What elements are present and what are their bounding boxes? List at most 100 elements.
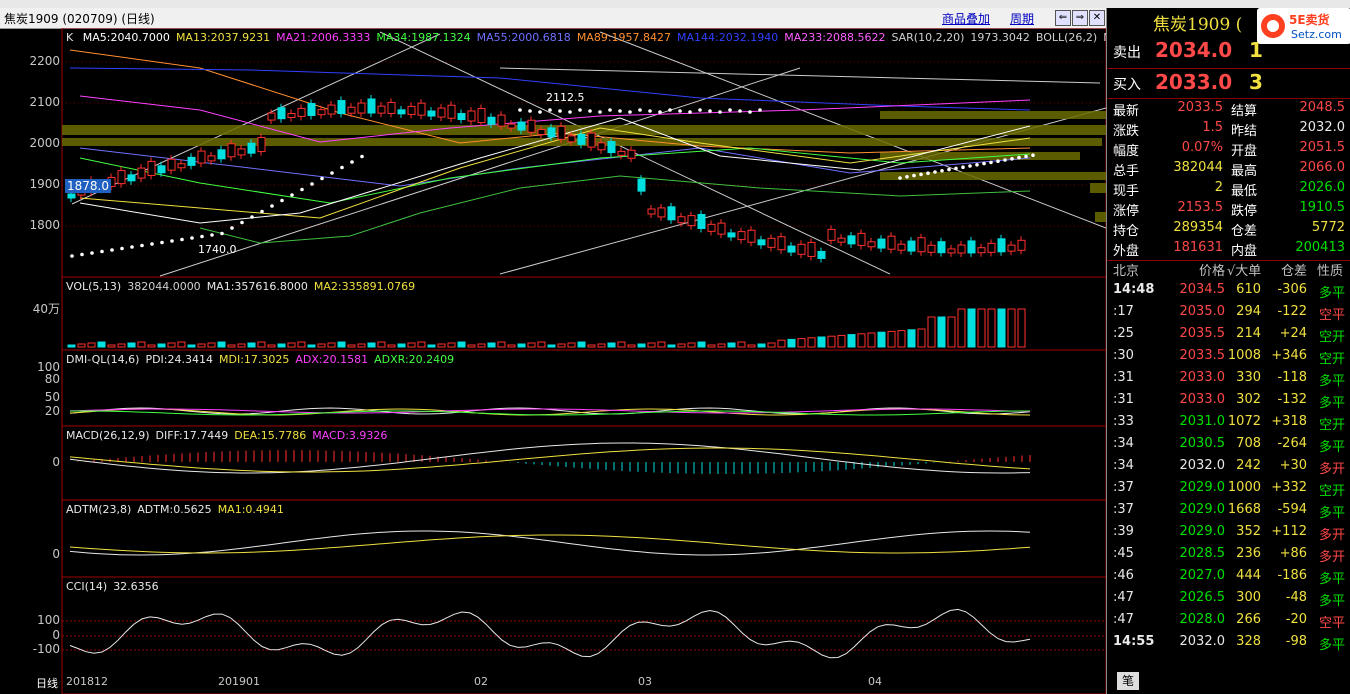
candle bbox=[987, 242, 996, 253]
candle bbox=[857, 232, 866, 246]
x-tick-label: 04 bbox=[868, 675, 882, 688]
period-button[interactable]: 周期 bbox=[1010, 10, 1034, 27]
volume-bar bbox=[417, 341, 426, 348]
high-price-label: 2112.5 bbox=[546, 91, 585, 104]
tick-volume: 444 bbox=[1236, 568, 1261, 583]
quote-label: 最高 bbox=[1231, 164, 1258, 179]
volume-bar bbox=[577, 341, 586, 348]
volume-bar bbox=[227, 344, 236, 348]
volume-bar bbox=[277, 343, 286, 348]
sar-dot bbox=[70, 254, 74, 258]
sar-dot bbox=[180, 237, 184, 242]
candle bbox=[677, 216, 686, 224]
candle bbox=[737, 231, 746, 241]
tick-price: 2027.0 bbox=[1179, 568, 1226, 583]
tick-diff: +112 bbox=[1271, 524, 1307, 539]
close-icon[interactable]: ✕ bbox=[1089, 10, 1105, 26]
sar-dot bbox=[80, 252, 84, 257]
tick-volume: 330 bbox=[1236, 370, 1261, 385]
candle bbox=[747, 229, 756, 243]
candle bbox=[297, 107, 306, 117]
tick-header-bigorder: √大单 bbox=[1227, 264, 1262, 279]
y-tick-label: 2000 bbox=[29, 136, 60, 150]
volume-bar bbox=[477, 343, 486, 348]
adtm-value: MA1:0.4941 bbox=[217, 503, 284, 516]
tick-time: :46 bbox=[1113, 568, 1134, 583]
cci-y-tick: 0 bbox=[52, 628, 60, 642]
sar-dot bbox=[919, 172, 923, 177]
tick-volume: 1008 bbox=[1227, 348, 1261, 363]
candle bbox=[67, 193, 76, 199]
tick-time: :17 bbox=[1113, 304, 1134, 319]
candle bbox=[697, 213, 706, 229]
volume-bar bbox=[397, 343, 406, 348]
trend-line bbox=[71, 33, 441, 205]
chart-title: 焦炭1909 (020709) (日线) bbox=[4, 12, 155, 26]
zoom-in-icon[interactable]: ⇒ bbox=[1072, 10, 1088, 26]
quote-label: 开盘 bbox=[1231, 144, 1258, 159]
sar-dot bbox=[548, 108, 552, 112]
tick-time: :47 bbox=[1113, 590, 1134, 605]
low-price-label: 1740.0 bbox=[198, 243, 237, 256]
overlay-commodity-button[interactable]: 商品叠加 bbox=[942, 10, 990, 27]
volume-bar bbox=[387, 344, 396, 348]
volume-bar bbox=[147, 344, 156, 348]
quote-value: 382044 bbox=[1173, 160, 1223, 175]
sar-dot bbox=[1003, 158, 1007, 162]
zoom-out-icon[interactable]: ⇐ bbox=[1055, 10, 1071, 26]
bid-row: 买入 2033.0 3 bbox=[1107, 70, 1350, 98]
cci-y-tick: 100 bbox=[37, 613, 60, 627]
sar-dot bbox=[250, 215, 254, 219]
tick-row: :45 2028.5 236 +86 多开 bbox=[1107, 546, 1350, 568]
candle bbox=[887, 235, 896, 250]
tab-ticks[interactable]: 笔 bbox=[1117, 672, 1139, 690]
candle bbox=[767, 237, 776, 248]
sar-dot bbox=[698, 108, 702, 112]
volume-bar bbox=[947, 316, 956, 348]
tick-nature: 多平 bbox=[1318, 638, 1345, 653]
volume-bar bbox=[1017, 308, 1026, 348]
tick-price: 2029.0 bbox=[1179, 502, 1226, 517]
volume-bar bbox=[687, 342, 696, 348]
candle bbox=[127, 174, 136, 182]
volume-bar bbox=[197, 343, 206, 348]
sar-dot bbox=[310, 182, 314, 186]
volume-bar bbox=[237, 343, 246, 348]
sar-dot bbox=[350, 160, 354, 164]
volume-bar bbox=[247, 342, 256, 348]
candle bbox=[157, 165, 166, 174]
volume-bar bbox=[507, 344, 516, 348]
tick-row: :39 2029.0 352 +112 多开 bbox=[1107, 524, 1350, 546]
volume-bar bbox=[757, 343, 766, 348]
candle bbox=[497, 114, 506, 127]
candle bbox=[717, 222, 726, 235]
svg-text:5E卖货: 5E卖货 bbox=[1289, 12, 1330, 27]
volume-bar bbox=[77, 343, 86, 348]
volume-bar bbox=[727, 342, 736, 348]
volume-bar bbox=[777, 339, 786, 348]
candle bbox=[377, 105, 386, 114]
volume-bar bbox=[487, 342, 496, 348]
volume-bar bbox=[557, 343, 566, 348]
candle bbox=[907, 240, 916, 252]
candle bbox=[577, 133, 586, 145]
candle bbox=[877, 238, 886, 249]
quote-value: 289354 bbox=[1173, 220, 1223, 235]
dmi-value: PDI:24.3414 bbox=[145, 353, 213, 366]
candle bbox=[597, 142, 606, 151]
x-tick-label: 03 bbox=[638, 675, 652, 688]
sar-dot bbox=[738, 109, 742, 113]
candle bbox=[407, 105, 416, 115]
tick-price: 2028.0 bbox=[1179, 612, 1226, 627]
tick-volume: 236 bbox=[1236, 546, 1261, 561]
candle bbox=[587, 132, 596, 148]
ma-value: SAR(10,2,20) bbox=[891, 31, 965, 44]
volume-bar bbox=[177, 341, 186, 348]
bid-label: 买入 bbox=[1113, 77, 1141, 93]
volume-bar bbox=[997, 308, 1006, 348]
sar-dot bbox=[758, 108, 762, 112]
sar-dot bbox=[1010, 157, 1014, 161]
candle bbox=[367, 98, 376, 114]
candle bbox=[867, 241, 876, 248]
sar-dot bbox=[954, 166, 958, 171]
